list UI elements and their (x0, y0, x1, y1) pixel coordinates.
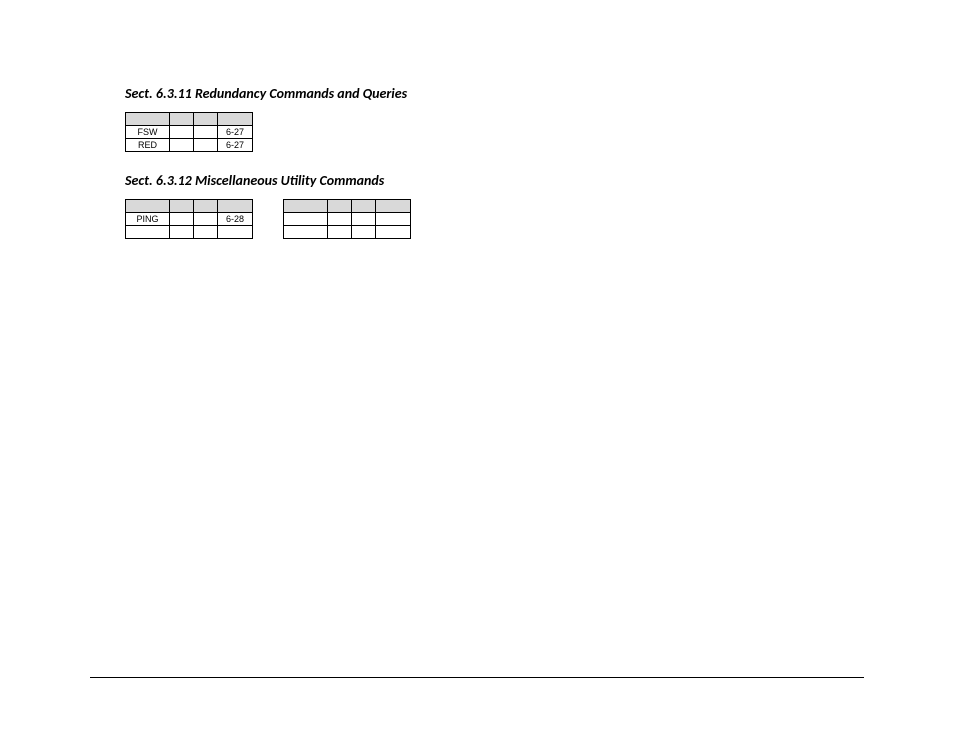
table-header-cell (126, 200, 170, 213)
table-cell (170, 226, 194, 239)
table-cell (376, 226, 411, 239)
table-row: FSW 6-27 (126, 126, 253, 139)
table-cell: FSW (126, 126, 170, 139)
table-cell (352, 213, 376, 226)
table-header-cell (194, 113, 218, 126)
table-redundancy: FSW 6-27 RED 6-27 (125, 112, 253, 152)
table-cell (218, 226, 253, 239)
table-cell (284, 213, 328, 226)
table-cell (126, 226, 170, 239)
table-row (126, 226, 253, 239)
table-misc-a: PING 6-28 (125, 199, 253, 239)
table-cell (194, 226, 218, 239)
table-cell (170, 126, 194, 139)
table-header-row (126, 113, 253, 126)
table-row (284, 226, 411, 239)
table-cell (194, 126, 218, 139)
footer-rule (90, 677, 864, 678)
table-header-row (126, 200, 253, 213)
table-cell: RED (126, 139, 170, 152)
section-title-redundancy: Sect. 6.3.11 Redundancy Commands and Que… (125, 85, 829, 102)
table-header-cell (170, 200, 194, 213)
table-header-cell (194, 200, 218, 213)
table-header-cell (126, 113, 170, 126)
table-cell (328, 226, 352, 239)
table-cell (328, 213, 352, 226)
table-cell (194, 139, 218, 152)
table-header-cell (218, 113, 253, 126)
table-cell: PING (126, 213, 170, 226)
table-cell (284, 226, 328, 239)
table-cell (194, 213, 218, 226)
table-row (284, 213, 411, 226)
table-header-cell (352, 200, 376, 213)
section-title-misc: Sect. 6.3.12 Miscellaneous Utility Comma… (125, 172, 829, 189)
table-header-cell (376, 200, 411, 213)
content-area: Sect. 6.3.11 Redundancy Commands and Que… (125, 85, 829, 239)
table-cell: 6-27 (218, 139, 253, 152)
table-header-row (284, 200, 411, 213)
page: Sect. 6.3.11 Redundancy Commands and Que… (0, 0, 954, 738)
table-cell (170, 213, 194, 226)
table-cell (352, 226, 376, 239)
table-cell (376, 213, 411, 226)
table-cell (170, 139, 194, 152)
table-header-cell (170, 113, 194, 126)
table-header-cell (284, 200, 328, 213)
table-row: RED 6-27 (126, 139, 253, 152)
table-header-cell (328, 200, 352, 213)
table-cell: 6-28 (218, 213, 253, 226)
table-header-cell (218, 200, 253, 213)
table-misc-b (283, 199, 411, 239)
misc-tables-row: PING 6-28 (125, 199, 829, 239)
table-cell: 6-27 (218, 126, 253, 139)
table-row: PING 6-28 (126, 213, 253, 226)
